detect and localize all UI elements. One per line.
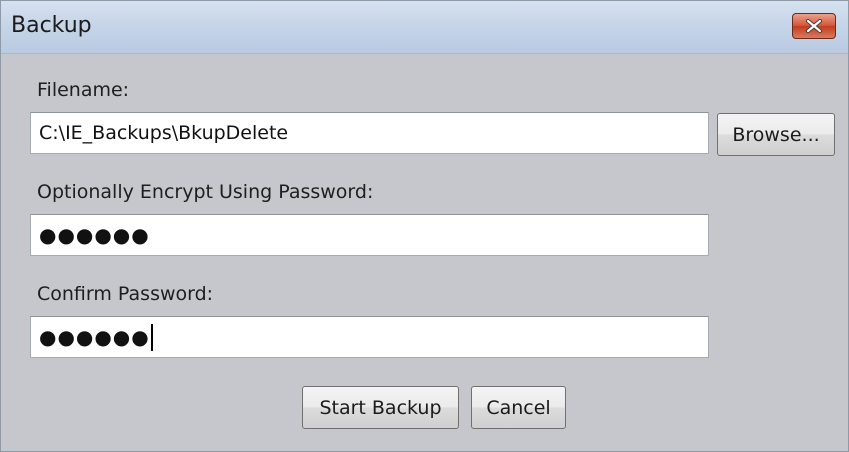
- close-icon: [806, 19, 822, 33]
- text-cursor: [150, 323, 153, 351]
- browse-button[interactable]: Browse...: [717, 113, 835, 156]
- close-button[interactable]: [792, 13, 836, 39]
- window-title: Backup: [11, 13, 92, 38]
- password-label: Optionally Encrypt Using Password:: [37, 181, 374, 203]
- cancel-button[interactable]: Cancel: [471, 386, 566, 429]
- filename-label: Filename:: [37, 79, 130, 101]
- backup-dialog: Backup Filename: C:\IE_Backups\BkupDelet…: [0, 0, 849, 452]
- confirm-password-field[interactable]: ●●●●●●: [30, 316, 709, 358]
- confirm-password-masked-value: ●●●●●●: [39, 325, 150, 349]
- start-backup-button[interactable]: Start Backup: [302, 386, 459, 429]
- filename-field[interactable]: C:\IE_Backups\BkupDelete: [30, 112, 709, 154]
- password-masked-value: ●●●●●●: [39, 223, 150, 247]
- password-field[interactable]: ●●●●●●: [30, 214, 709, 256]
- filename-value: C:\IE_Backups\BkupDelete: [39, 122, 289, 144]
- confirm-password-label: Confirm Password:: [37, 283, 214, 305]
- title-bar[interactable]: Backup: [1, 1, 848, 54]
